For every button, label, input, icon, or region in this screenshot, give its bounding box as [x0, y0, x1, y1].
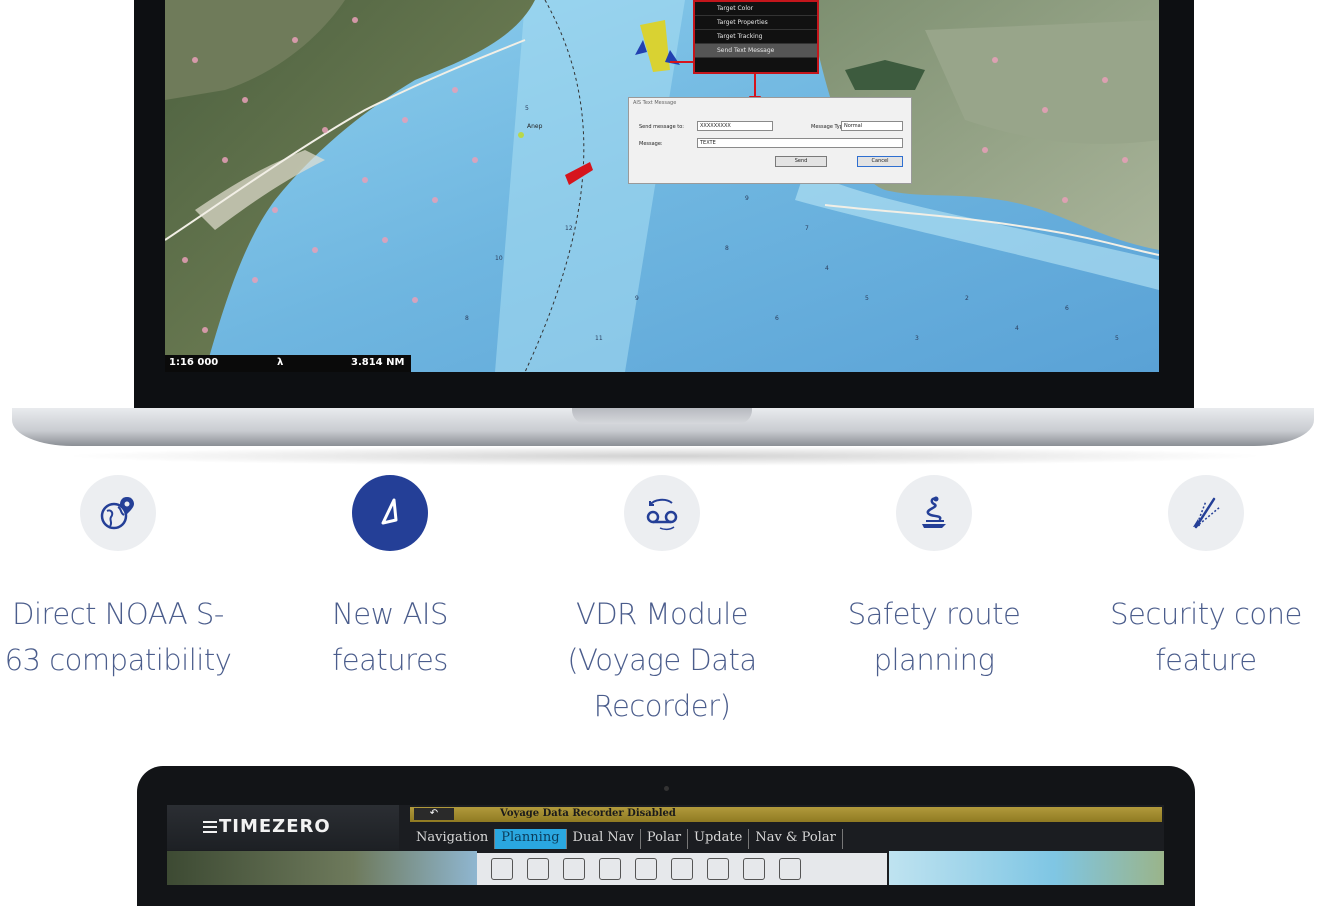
map-view-right[interactable] — [889, 851, 1164, 885]
dialog-title: AIS Text Message — [633, 100, 677, 106]
svg-text:3: 3 — [915, 335, 919, 342]
status-banner: ↶ Voyage Data Recorder Disabled — [410, 807, 1162, 822]
menu-item-target-properties[interactable]: Target Properties — [695, 16, 817, 30]
svg-text:6: 6 — [775, 315, 779, 322]
banner-text: Voyage Data Recorder Disabled — [500, 808, 676, 819]
svg-text:9: 9 — [635, 295, 639, 302]
compass-tool-icon[interactable] — [491, 858, 513, 880]
feature-title-line: Direct NOAA S- — [12, 597, 224, 631]
chart-scale-bar: 1:16 000 λ 3.814 NM — [165, 355, 411, 372]
svg-text:8: 8 — [465, 315, 469, 322]
svg-text:8: 8 — [725, 245, 729, 252]
feature-title-line: (Voyage Data — [567, 643, 757, 677]
svg-text:Anep: Anep — [527, 123, 543, 130]
laptop-notch — [572, 408, 752, 424]
nautical-chart-map[interactable]: 5129 786 453 246 10811 975 Anep — [165, 0, 1159, 372]
workspace-tabs: Navigation Planning Dual Nav Polar Updat… — [410, 829, 843, 849]
north-arrow-icon: λ — [277, 357, 284, 368]
globe-pin-icon — [80, 475, 156, 551]
target-context-menu: Target Color Target Properties Target Tr… — [693, 0, 819, 74]
timezero-app-window: TIMEZERO ↶ Voyage Data Recorder Disabled… — [167, 805, 1164, 885]
laptop-shadow — [60, 446, 1270, 466]
feature-safety-route: Safety route planning — [819, 475, 1049, 683]
report-tool-icon[interactable] — [707, 858, 729, 880]
feature-title-line: New AIS — [332, 597, 448, 631]
message-field[interactable]: TEXTE — [697, 138, 903, 148]
layers-tool-icon[interactable] — [563, 858, 585, 880]
feature-ais: New AIS features — [275, 475, 505, 683]
range-label: 3.814 NM — [351, 357, 405, 368]
svg-text:6: 6 — [1065, 305, 1069, 312]
route-icon — [896, 475, 972, 551]
feature-vdr: VDR Module (Voyage Data Recorder) — [547, 475, 777, 729]
message-type-select[interactable]: Normal — [841, 121, 903, 131]
security-cone-icon — [1168, 475, 1244, 551]
laptop-top: 5129 786 453 246 10811 975 Anep Target C… — [0, 0, 1328, 470]
measure-tool-icon[interactable] — [635, 858, 657, 880]
scale-label: 1:16 000 — [169, 357, 219, 368]
feature-title-line: Safety route — [847, 597, 1021, 631]
webcam-icon — [664, 786, 669, 791]
svg-text:4: 4 — [1015, 325, 1019, 332]
cancel-button[interactable]: Cancel — [857, 156, 903, 167]
svg-text:12: 12 — [565, 225, 573, 232]
chart-screen[interactable]: 5129 786 453 246 10811 975 Anep — [165, 0, 1159, 372]
feature-title-line: VDR Module — [576, 597, 749, 631]
feature-security-cone: Security cone feature — [1091, 475, 1321, 683]
tab-update[interactable]: Update — [688, 829, 750, 849]
route-tool-icon[interactable] — [527, 858, 549, 880]
tab-planning[interactable]: Planning — [495, 829, 567, 849]
app-brand[interactable]: TIMEZERO — [167, 805, 399, 850]
feature-title-line: feature — [1155, 643, 1257, 677]
svg-text:5: 5 — [525, 105, 529, 112]
map-view-left[interactable] — [167, 851, 477, 885]
feature-title-line: 63 compatibility — [4, 643, 232, 677]
svg-text:5: 5 — [1115, 335, 1119, 342]
svg-text:5: 5 — [865, 295, 869, 302]
photo-tool-icon[interactable] — [743, 858, 765, 880]
menu-item-target-tracking[interactable]: Target Tracking — [695, 30, 817, 44]
undo-icon[interactable]: ↶ — [414, 808, 454, 820]
menu-item-target-color[interactable]: Target Color — [695, 2, 817, 16]
feature-title-line: planning — [873, 643, 995, 677]
menu-item-send-text-message[interactable]: Send Text Message — [695, 44, 817, 58]
svg-text:10: 10 — [495, 255, 503, 262]
hamburger-menu-icon[interactable] — [203, 821, 217, 836]
ais-text-message-dialog: AIS Text Message Send message to: XXXXXX… — [628, 97, 912, 184]
svg-text:9: 9 — [745, 195, 749, 202]
svg-text:7: 7 — [805, 225, 809, 232]
waypoint-tool-icon[interactable] — [599, 858, 621, 880]
message-label: Message: — [639, 141, 663, 147]
svg-text:11: 11 — [595, 335, 603, 342]
screen-tool-icon[interactable] — [779, 858, 801, 880]
feature-title-line: Recorder) — [593, 689, 731, 723]
ais-triangle-icon — [352, 475, 428, 551]
tab-dual-nav[interactable]: Dual Nav — [567, 829, 641, 849]
svg-text:2: 2 — [965, 295, 969, 302]
voicemail-icon — [624, 475, 700, 551]
brand-label: TIMEZERO — [219, 816, 331, 837]
tab-polar[interactable]: Polar — [641, 829, 689, 849]
pencil-tool-icon[interactable] — [671, 858, 693, 880]
send-button[interactable]: Send — [775, 156, 827, 167]
svg-text:4: 4 — [825, 265, 829, 272]
tab-navigation[interactable]: Navigation — [410, 829, 496, 849]
send-to-label: Send message to: — [639, 124, 684, 130]
feature-title-line: features — [332, 643, 448, 677]
tab-nav-polar[interactable]: Nav & Polar — [749, 829, 843, 849]
send-to-field[interactable]: XXXXXXXXX — [697, 121, 773, 131]
feature-noaa: Direct NOAA S- 63 compatibility — [3, 475, 233, 683]
feature-title-line: Security cone — [1110, 597, 1302, 631]
planning-toolbar — [477, 853, 887, 885]
